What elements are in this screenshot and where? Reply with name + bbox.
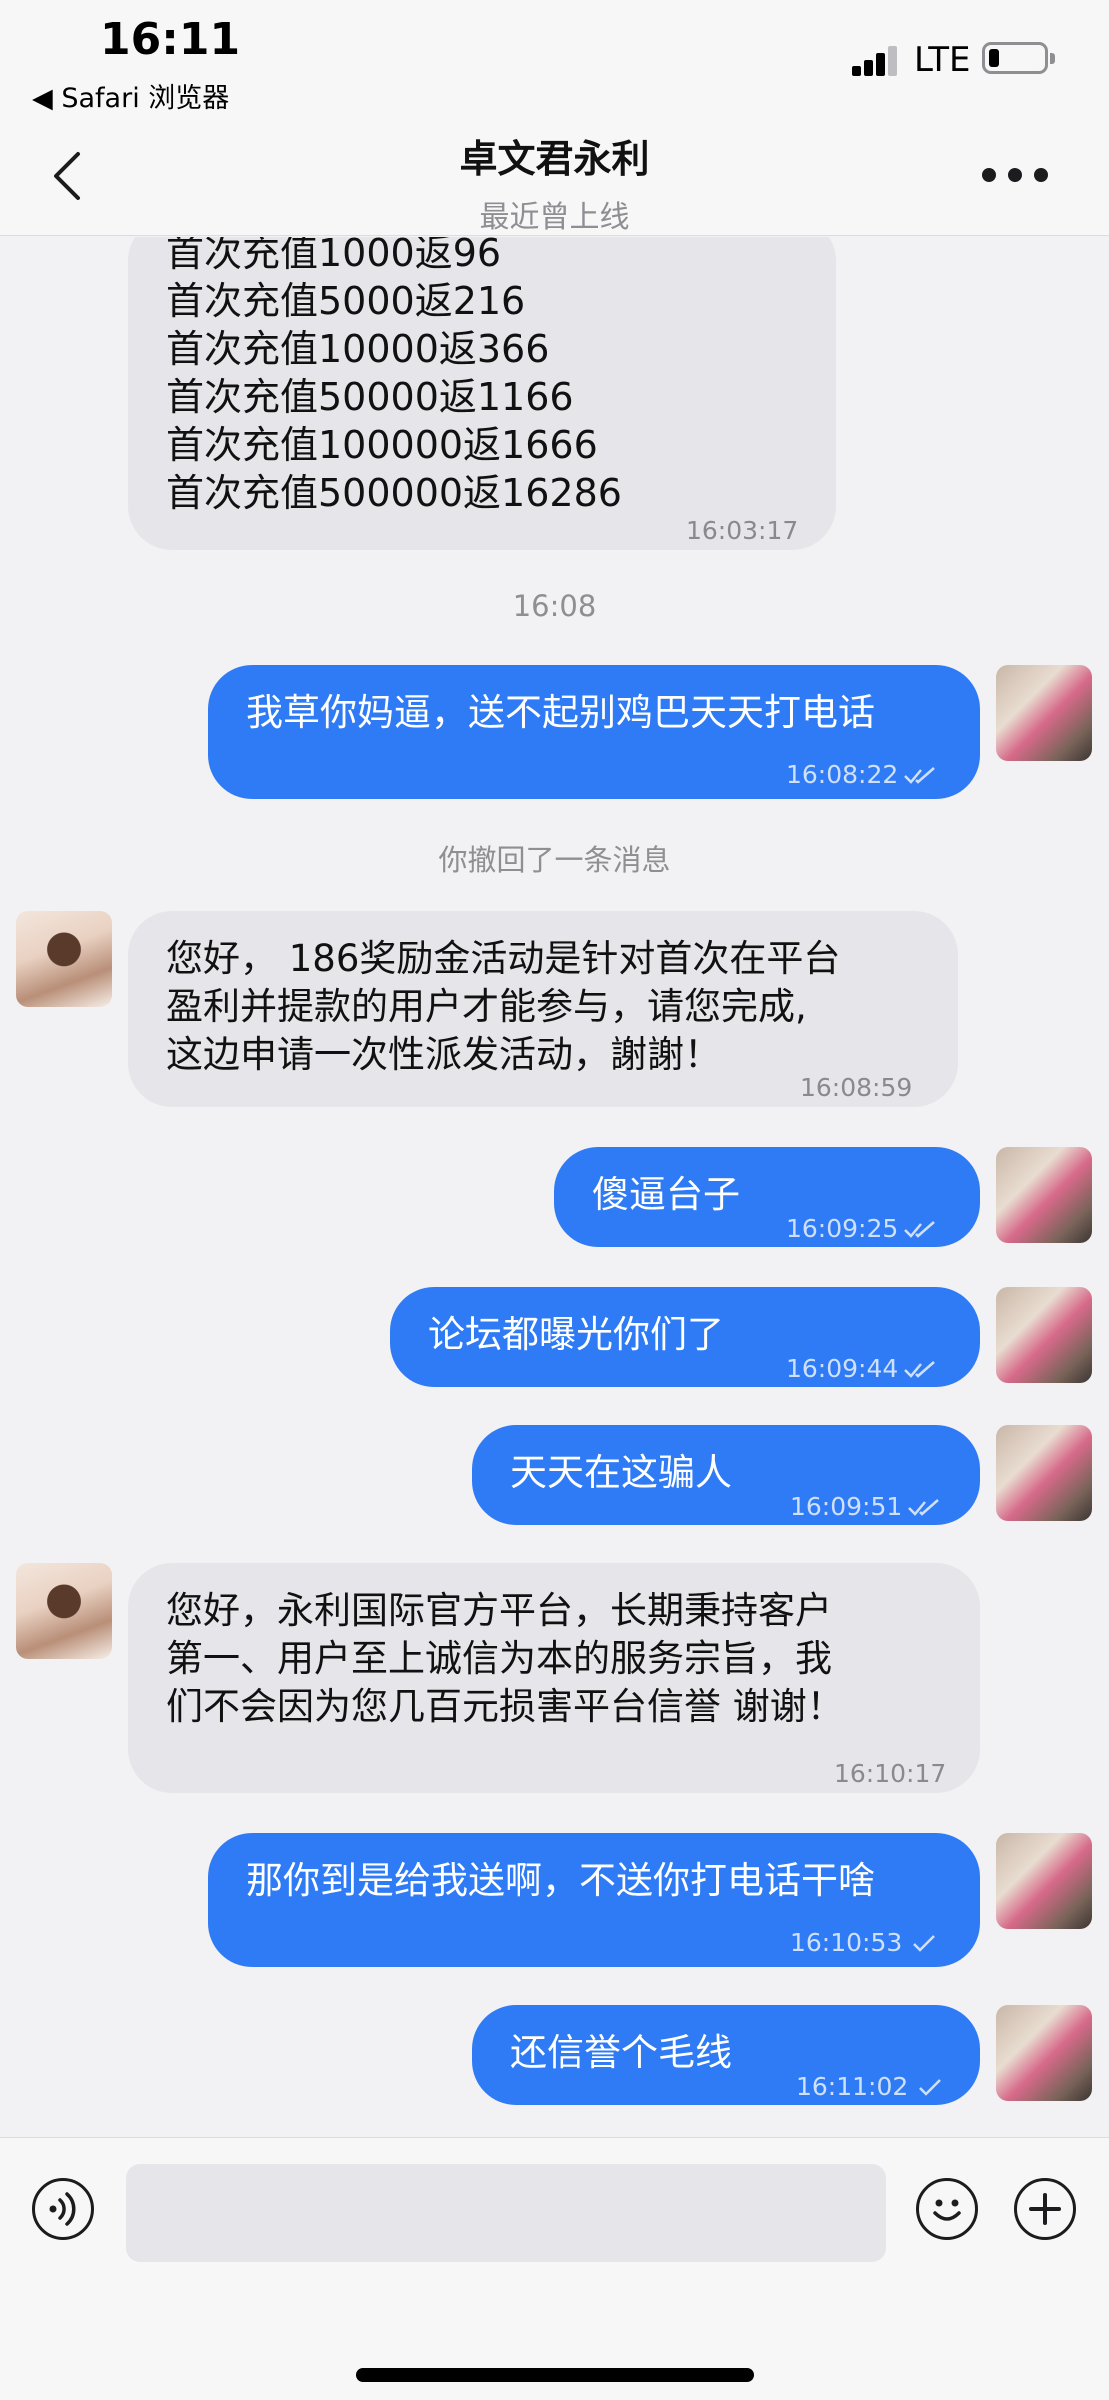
input-bar	[0, 2137, 1109, 2400]
message-line: 您好， 186奖励金活动是针对首次在平台	[166, 937, 841, 980]
outgoing-message[interactable]: 论坛都曝光你们了 16:09:44	[390, 1287, 980, 1387]
my-avatar[interactable]	[996, 2005, 1092, 2101]
message-text: 天天在这骗人	[510, 1451, 732, 1494]
status-time: 16:11	[100, 14, 241, 65]
message-timestamp: 16:08:59	[800, 1073, 913, 1102]
read-ticks-icon	[904, 1361, 936, 1378]
message-text: 我草你妈逼，送不起别鸡巴天天打电话	[246, 691, 875, 734]
message-timestamp: 16:09:51	[790, 1483, 940, 1531]
incoming-message[interactable]: 首次充值1000返96 首次充值5000返216 首次充值10000返366 首…	[128, 237, 836, 550]
system-notice: 你撤回了一条消息	[438, 843, 671, 877]
outgoing-message[interactable]: 傻逼台子 16:09:25	[554, 1147, 980, 1247]
emoji-icon[interactable]	[916, 2178, 978, 2240]
my-avatar[interactable]	[996, 1425, 1092, 1521]
message-timestamp: 16:03:17	[686, 516, 799, 545]
sent-tick-icon	[919, 2079, 942, 2096]
ellipsis-icon[interactable]	[982, 160, 1048, 190]
incoming-message[interactable]: 您好， 186奖励金活动是针对首次在平台 盈利并提款的用户才能参与，请您完成, …	[128, 911, 958, 1107]
read-ticks-icon	[908, 1499, 940, 1516]
plus-icon[interactable]	[1014, 2178, 1076, 2240]
message-line: 首次充值10000返366	[166, 327, 550, 371]
network-label: LTE	[914, 40, 971, 80]
back-to-app-link[interactable]: ◀ Safari 浏览器	[32, 76, 229, 115]
message-text: 论坛都曝光你们了	[428, 1313, 724, 1356]
contact-name[interactable]: 卓文君永利	[0, 128, 1109, 183]
message-timestamp: 16:09:25	[786, 1205, 936, 1253]
message-line: 首次充值500000返16286	[166, 471, 622, 515]
my-avatar[interactable]	[996, 1147, 1092, 1243]
home-indicator[interactable]	[356, 2368, 754, 2382]
message-line: 您好，永利国际官方平台，长期秉持客户	[166, 1589, 832, 1632]
message-timestamp: 16:08:22	[786, 751, 936, 799]
message-timestamp: 16:11:02	[796, 2063, 946, 2111]
outgoing-message[interactable]: 还信誉个毛线 16:11:02	[472, 2005, 980, 2105]
message-line: 首次充值50000返1166	[166, 375, 574, 419]
chat-header: 卓文君永利 最近曾上线	[0, 118, 1109, 236]
message-timestamp: 16:10:17	[834, 1759, 947, 1788]
message-timestamp: 16:09:44	[786, 1345, 936, 1393]
back-app-label: Safari 浏览器	[61, 83, 230, 114]
read-ticks-icon	[904, 1221, 936, 1238]
outgoing-message[interactable]: 那你到是给我送啊，不送你打电话干啥 16:10:53	[208, 1833, 980, 1967]
battery-icon	[982, 42, 1055, 74]
outgoing-message[interactable]: 天天在这骗人 16:09:51	[472, 1425, 980, 1525]
message-text: 傻逼台子	[592, 1173, 740, 1216]
voice-icon[interactable]	[32, 2178, 94, 2240]
sent-tick-icon	[913, 1935, 936, 1952]
message-list[interactable]: 首次充值1000返96 首次充值5000返216 首次充值10000返366 首…	[0, 237, 1109, 2137]
contact-avatar[interactable]	[16, 911, 112, 1007]
time-divider: 16:08	[512, 589, 597, 623]
message-line: 们不会因为您几百元损害平台信誉 谢谢！	[166, 1685, 844, 1728]
message-line: 盈利并提款的用户才能参与，请您完成,	[166, 985, 807, 1028]
contact-status: 最近曾上线	[479, 200, 630, 235]
signal-icon	[852, 44, 902, 76]
contact-avatar[interactable]	[16, 1563, 112, 1659]
message-input[interactable]	[126, 2164, 886, 2262]
my-avatar[interactable]	[996, 1833, 1092, 1929]
message-line: 第一、用户至上诚信为本的服务宗旨，我	[166, 1637, 832, 1680]
message-line: 首次充值5000返216	[166, 279, 526, 323]
message-line: 这边申请一次性派发活动，謝謝！	[166, 1033, 721, 1076]
message-timestamp: 16:10:53	[790, 1919, 940, 1967]
message-text: 还信誉个毛线	[510, 2031, 732, 2074]
status-bar: 16:11 ◀ Safari 浏览器 LTE	[0, 0, 1109, 118]
message-line: 首次充值1000返96	[166, 237, 502, 275]
outgoing-message[interactable]: 我草你妈逼，送不起别鸡巴天天打电话 16:08:22	[208, 665, 980, 799]
my-avatar[interactable]	[996, 665, 1092, 761]
message-line: 首次充值100000返1666	[166, 423, 598, 467]
message-text: 那你到是给我送啊，不送你打电话干啥	[246, 1859, 875, 1902]
incoming-message[interactable]: 您好，永利国际官方平台，长期秉持客户 第一、用户至上诚信为本的服务宗旨，我 们不…	[128, 1563, 980, 1793]
read-ticks-icon	[904, 767, 936, 784]
my-avatar[interactable]	[996, 1287, 1092, 1383]
